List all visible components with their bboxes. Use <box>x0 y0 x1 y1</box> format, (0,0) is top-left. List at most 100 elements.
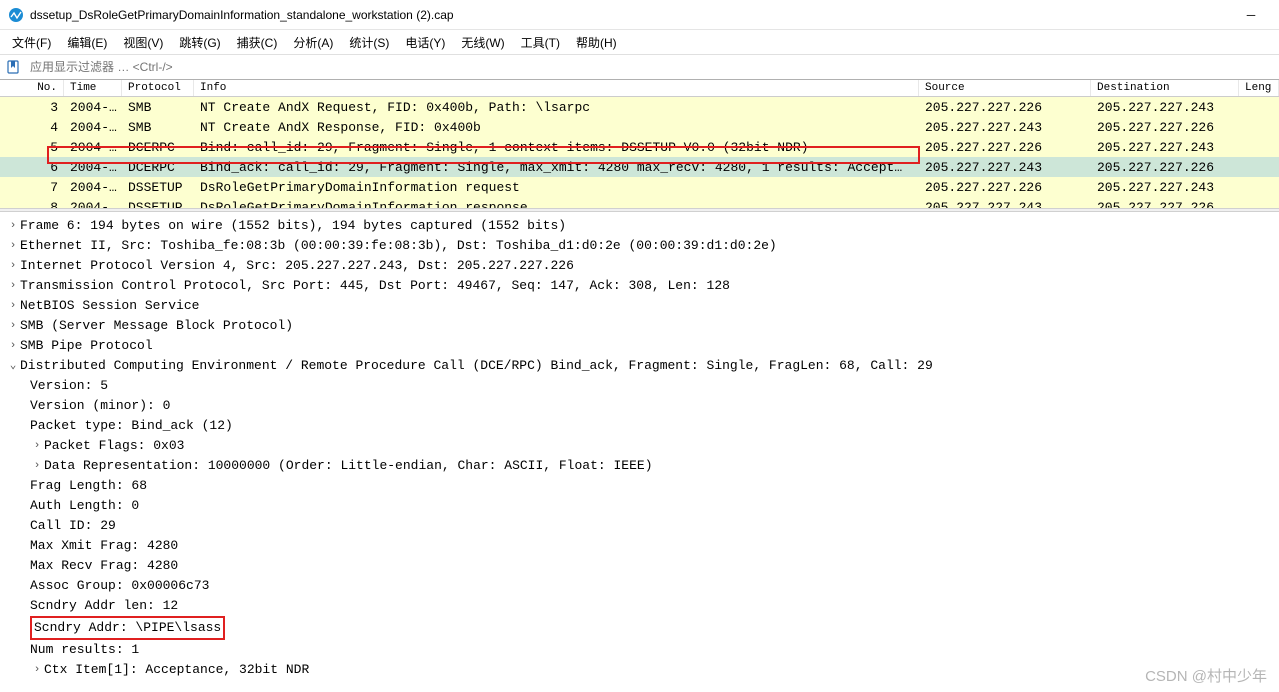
tree-smb-pipe[interactable]: ›SMB Pipe Protocol <box>6 336 1273 356</box>
col-header-no[interactable]: No. <box>0 80 64 96</box>
cell-info: NT Create AndX Response, FID: 0x400b <box>194 119 919 136</box>
cell-length <box>1239 206 1279 208</box>
field-packet-type[interactable]: Packet type: Bind_ack (12) <box>6 416 1273 436</box>
field-assoc-group[interactable]: Assoc Group: 0x00006c73 <box>6 576 1273 596</box>
cell-length <box>1239 186 1279 188</box>
tree-smb[interactable]: ›SMB (Server Message Block Protocol) <box>6 316 1273 336</box>
field-max-xmit[interactable]: Max Xmit Frag: 4280 <box>6 536 1273 556</box>
expand-icon[interactable]: › <box>6 256 20 276</box>
field-data-representation[interactable]: ›Data Representation: 10000000 (Order: L… <box>6 456 1273 476</box>
packet-list-pane[interactable]: No. Time Protocol Info Source Destinatio… <box>0 80 1279 208</box>
cell-no: 4 <box>0 119 64 136</box>
cell-info: DsRoleGetPrimaryDomainInformation respon… <box>194 199 919 209</box>
display-filter-input[interactable] <box>26 58 1275 76</box>
menu-file[interactable]: 文件(F) <box>4 32 59 53</box>
app-icon <box>8 7 24 23</box>
packet-details-pane[interactable]: ›Frame 6: 194 bytes on wire (1552 bits),… <box>0 212 1279 684</box>
cell-protocol: SMB <box>122 119 194 136</box>
expand-icon[interactable]: › <box>6 276 20 296</box>
cell-time: 2004-… <box>64 179 122 196</box>
tree-frame[interactable]: ›Frame 6: 194 bytes on wire (1552 bits),… <box>6 216 1273 236</box>
minimize-button[interactable]: ─ <box>1231 0 1271 30</box>
col-header-info[interactable]: Info <box>194 80 919 96</box>
cell-no: 3 <box>0 99 64 116</box>
cell-destination: 205.227.227.226 <box>1091 159 1239 176</box>
cell-source: 205.227.227.243 <box>919 159 1091 176</box>
cell-info: NT Create AndX Request, FID: 0x400b, Pat… <box>194 99 919 116</box>
expand-icon[interactable]: › <box>30 660 44 680</box>
bookmark-icon[interactable] <box>4 58 22 76</box>
cell-time: 2004-… <box>64 199 122 209</box>
expand-icon[interactable]: › <box>30 456 44 476</box>
tree-ip[interactable]: ›Internet Protocol Version 4, Src: 205.2… <box>6 256 1273 276</box>
field-ctx-item[interactable]: ›Ctx Item[1]: Acceptance, 32bit NDR <box>6 660 1273 680</box>
expand-icon[interactable]: › <box>30 436 44 456</box>
cell-info: DsRoleGetPrimaryDomainInformation reques… <box>194 179 919 196</box>
field-call-id[interactable]: Call ID: 29 <box>6 516 1273 536</box>
menu-analyze[interactable]: 分析(A) <box>285 32 341 53</box>
cell-protocol: SMB <box>122 99 194 116</box>
cell-destination: 205.227.227.243 <box>1091 139 1239 156</box>
col-header-protocol[interactable]: Protocol <box>122 80 194 96</box>
cell-length <box>1239 146 1279 148</box>
field-packet-flags[interactable]: ›Packet Flags: 0x03 <box>6 436 1273 456</box>
cell-time: 2004-… <box>64 99 122 116</box>
cell-time: 2004-… <box>64 119 122 136</box>
cell-source: 205.227.227.226 <box>919 139 1091 156</box>
tree-tcp[interactable]: ›Transmission Control Protocol, Src Port… <box>6 276 1273 296</box>
expand-icon[interactable]: › <box>6 296 20 316</box>
menu-wireless[interactable]: 无线(W) <box>453 32 512 53</box>
cell-no: 8 <box>0 199 64 209</box>
cell-destination: 205.227.227.243 <box>1091 179 1239 196</box>
cell-source: 205.227.227.243 <box>919 119 1091 136</box>
collapse-icon[interactable]: ⌄ <box>6 356 20 376</box>
packet-row[interactable]: 72004-…DSSETUPDsRoleGetPrimaryDomainInfo… <box>0 177 1279 197</box>
col-header-source[interactable]: Source <box>919 80 1091 96</box>
cell-length <box>1239 106 1279 108</box>
field-max-recv[interactable]: Max Recv Frag: 4280 <box>6 556 1273 576</box>
col-header-destination[interactable]: Destination <box>1091 80 1239 96</box>
packet-list-header: No. Time Protocol Info Source Destinatio… <box>0 80 1279 97</box>
field-frag-length[interactable]: Frag Length: 68 <box>6 476 1273 496</box>
packet-row[interactable]: 42004-…SMBNT Create AndX Response, FID: … <box>0 117 1279 137</box>
menu-view[interactable]: 视图(V) <box>115 32 171 53</box>
menubar: 文件(F) 编辑(E) 视图(V) 跳转(G) 捕获(C) 分析(A) 统计(S… <box>0 30 1279 54</box>
menu-statistics[interactable]: 统计(S) <box>341 32 397 53</box>
titlebar: dssetup_DsRoleGetPrimaryDomainInformatio… <box>0 0 1279 30</box>
cell-source: 205.227.227.226 <box>919 99 1091 116</box>
cell-destination: 205.227.227.226 <box>1091 199 1239 209</box>
tree-ethernet[interactable]: ›Ethernet II, Src: Toshiba_fe:08:3b (00:… <box>6 236 1273 256</box>
cell-no: 7 <box>0 179 64 196</box>
menu-telephony[interactable]: 电话(Y) <box>397 32 453 53</box>
field-scndry-addr[interactable]: Scndry Addr: \PIPE\lsass <box>6 616 1273 640</box>
menu-go[interactable]: 跳转(G) <box>171 32 228 53</box>
cell-length <box>1239 126 1279 128</box>
field-auth-length[interactable]: Auth Length: 0 <box>6 496 1273 516</box>
field-scndry-addr-len[interactable]: Scndry Addr len: 12 <box>6 596 1273 616</box>
field-num-results[interactable]: Num results: 1 <box>6 640 1273 660</box>
col-header-length[interactable]: Leng <box>1239 80 1279 96</box>
packet-row[interactable]: 32004-…SMBNT Create AndX Request, FID: 0… <box>0 97 1279 117</box>
cell-length <box>1239 166 1279 168</box>
menu-edit[interactable]: 编辑(E) <box>59 32 115 53</box>
expand-icon[interactable]: › <box>6 316 20 336</box>
cell-source: 205.227.227.226 <box>919 179 1091 196</box>
field-version-minor[interactable]: Version (minor): 0 <box>6 396 1273 416</box>
col-header-time[interactable]: Time <box>64 80 122 96</box>
tree-nbss[interactable]: ›NetBIOS Session Service <box>6 296 1273 316</box>
cell-destination: 205.227.227.226 <box>1091 119 1239 136</box>
expand-icon[interactable]: › <box>6 336 20 356</box>
window-title: dssetup_DsRoleGetPrimaryDomainInformatio… <box>30 8 1231 22</box>
cell-source: 205.227.227.243 <box>919 199 1091 209</box>
menu-help[interactable]: 帮助(H) <box>568 32 625 53</box>
tree-dcerpc[interactable]: ⌄Distributed Computing Environment / Rem… <box>6 356 1273 376</box>
field-version[interactable]: Version: 5 <box>6 376 1273 396</box>
highlight-annotation <box>47 146 920 164</box>
packet-row[interactable]: 82004-…DSSETUPDsRoleGetPrimaryDomainInfo… <box>0 197 1279 208</box>
expand-icon[interactable]: › <box>6 216 20 236</box>
menu-capture[interactable]: 捕获(C) <box>229 32 286 53</box>
expand-icon[interactable]: › <box>6 236 20 256</box>
cell-destination: 205.227.227.243 <box>1091 99 1239 116</box>
menu-tools[interactable]: 工具(T) <box>513 32 568 53</box>
filter-toolbar <box>0 54 1279 80</box>
